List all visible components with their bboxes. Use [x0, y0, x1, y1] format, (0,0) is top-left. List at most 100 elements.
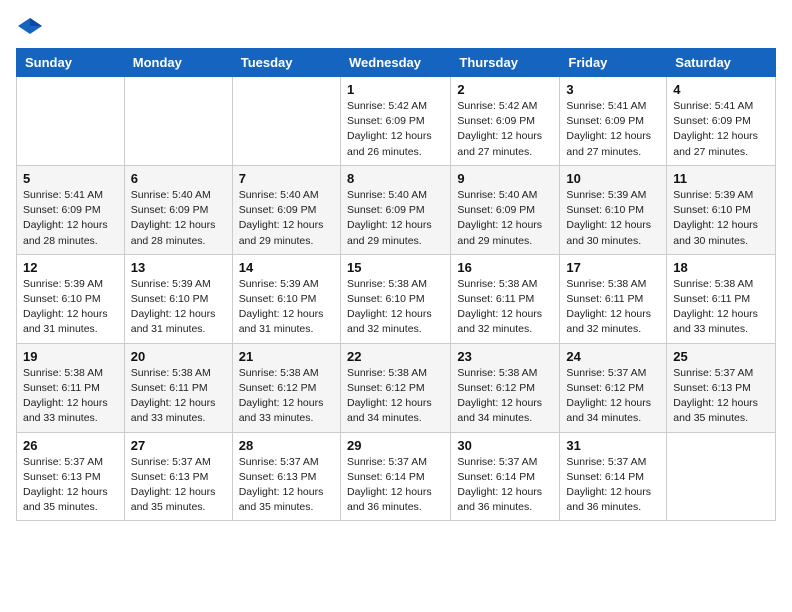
day-info: Sunrise: 5:39 AMSunset: 6:10 PMDaylight:… [23, 277, 118, 338]
day-number: 13 [131, 260, 226, 275]
calendar-cell: 3 Sunrise: 5:41 AMSunset: 6:09 PMDaylight… [560, 77, 667, 166]
header-thursday: Thursday [451, 49, 560, 77]
calendar-cell [17, 77, 125, 166]
day-number: 6 [131, 171, 226, 186]
calendar-week-row: 26 Sunrise: 5:37 AMSunset: 6:13 PMDayligh… [17, 432, 776, 521]
day-number: 9 [457, 171, 553, 186]
day-info: Sunrise: 5:39 AMSunset: 6:10 PMDaylight:… [239, 277, 334, 338]
day-number: 27 [131, 438, 226, 453]
day-number: 7 [239, 171, 334, 186]
header-wednesday: Wednesday [340, 49, 450, 77]
calendar-cell: 9 Sunrise: 5:40 AMSunset: 6:09 PMDaylight… [451, 165, 560, 254]
day-number: 3 [566, 82, 660, 97]
day-info: Sunrise: 5:40 AMSunset: 6:09 PMDaylight:… [347, 188, 444, 249]
day-number: 12 [23, 260, 118, 275]
calendar-cell: 21 Sunrise: 5:38 AMSunset: 6:12 PMDayligh… [232, 343, 340, 432]
calendar-week-row: 5 Sunrise: 5:41 AMSunset: 6:09 PMDaylight… [17, 165, 776, 254]
day-info: Sunrise: 5:38 AMSunset: 6:10 PMDaylight:… [347, 277, 444, 338]
calendar-cell: 24Sunrise: 5:37 AMSunset: 6:12 PMDayligh… [560, 343, 667, 432]
day-number: 26 [23, 438, 118, 453]
calendar-cell: 14 Sunrise: 5:39 AMSunset: 6:10 PMDayligh… [232, 254, 340, 343]
day-info: Sunrise: 5:40 AMSunset: 6:09 PMDaylight:… [131, 188, 226, 249]
calendar-cell: 20 Sunrise: 5:38 AMSunset: 6:11 PMDayligh… [124, 343, 232, 432]
day-number: 30 [457, 438, 553, 453]
calendar-cell: 13 Sunrise: 5:39 AMSunset: 6:10 PMDayligh… [124, 254, 232, 343]
day-info: Sunrise: 5:42 AMSunset: 6:09 PMDaylight:… [457, 99, 553, 160]
calendar-cell: 5 Sunrise: 5:41 AMSunset: 6:09 PMDaylight… [17, 165, 125, 254]
calendar-cell: 29Sunrise: 5:37 AMSunset: 6:14 PMDayligh… [340, 432, 450, 521]
day-info: Sunrise: 5:37 AMSunset: 6:14 PMDaylight:… [457, 455, 553, 516]
calendar-header-row: SundayMondayTuesdayWednesdayThursdayFrid… [17, 49, 776, 77]
calendar-cell: 11 Sunrise: 5:39 AMSunset: 6:10 PMDayligh… [667, 165, 776, 254]
day-info: Sunrise: 5:38 AMSunset: 6:11 PMDaylight:… [131, 366, 226, 427]
calendar-cell: 31Sunrise: 5:37 AMSunset: 6:14 PMDayligh… [560, 432, 667, 521]
day-number: 22 [347, 349, 444, 364]
calendar-cell: 28Sunrise: 5:37 AMSunset: 6:13 PMDayligh… [232, 432, 340, 521]
day-info: Sunrise: 5:38 AMSunset: 6:11 PMDaylight:… [566, 277, 660, 338]
day-number: 17 [566, 260, 660, 275]
day-number: 8 [347, 171, 444, 186]
calendar-cell: 2 Sunrise: 5:42 AMSunset: 6:09 PMDaylight… [451, 77, 560, 166]
day-info: Sunrise: 5:41 AMSunset: 6:09 PMDaylight:… [673, 99, 769, 160]
day-info: Sunrise: 5:40 AMSunset: 6:09 PMDaylight:… [457, 188, 553, 249]
day-number: 29 [347, 438, 444, 453]
day-number: 5 [23, 171, 118, 186]
day-info: Sunrise: 5:38 AMSunset: 6:11 PMDaylight:… [23, 366, 118, 427]
calendar-cell: 8 Sunrise: 5:40 AMSunset: 6:09 PMDaylight… [340, 165, 450, 254]
logo-icon [16, 16, 44, 36]
calendar-cell: 19 Sunrise: 5:38 AMSunset: 6:11 PMDayligh… [17, 343, 125, 432]
day-info: Sunrise: 5:42 AMSunset: 6:09 PMDaylight:… [347, 99, 444, 160]
calendar-cell: 27 Sunrise: 5:37 AMSunset: 6:13 PMDayligh… [124, 432, 232, 521]
header-monday: Monday [124, 49, 232, 77]
day-number: 14 [239, 260, 334, 275]
calendar-cell: 30 Sunrise: 5:37 AMSunset: 6:14 PMDayligh… [451, 432, 560, 521]
day-info: Sunrise: 5:37 AMSunset: 6:13 PMDaylight:… [673, 366, 769, 427]
day-number: 19 [23, 349, 118, 364]
calendar-cell [124, 77, 232, 166]
day-number: 21 [239, 349, 334, 364]
day-info: Sunrise: 5:41 AMSunset: 6:09 PMDaylight:… [566, 99, 660, 160]
day-number: 25 [673, 349, 769, 364]
day-number: 4 [673, 82, 769, 97]
day-info: Sunrise: 5:37 AMSunset: 6:14 PMDaylight:… [566, 455, 660, 516]
day-number: 10 [566, 171, 660, 186]
calendar-cell: 23Sunrise: 5:38 AMSunset: 6:12 PMDayligh… [451, 343, 560, 432]
day-number: 20 [131, 349, 226, 364]
day-number: 15 [347, 260, 444, 275]
day-info: Sunrise: 5:38 AMSunset: 6:11 PMDaylight:… [457, 277, 553, 338]
header-sunday: Sunday [17, 49, 125, 77]
calendar-cell: 4 Sunrise: 5:41 AMSunset: 6:09 PMDaylight… [667, 77, 776, 166]
day-number: 11 [673, 171, 769, 186]
calendar-cell: 12 Sunrise: 5:39 AMSunset: 6:10 PMDayligh… [17, 254, 125, 343]
day-info: Sunrise: 5:39 AMSunset: 6:10 PMDaylight:… [566, 188, 660, 249]
day-info: Sunrise: 5:39 AMSunset: 6:10 PMDaylight:… [673, 188, 769, 249]
day-number: 23 [457, 349, 553, 364]
day-info: Sunrise: 5:37 AMSunset: 6:13 PMDaylight:… [131, 455, 226, 516]
day-info: Sunrise: 5:41 AMSunset: 6:09 PMDaylight:… [23, 188, 118, 249]
day-number: 28 [239, 438, 334, 453]
calendar-week-row: 1Sunrise: 5:42 AMSunset: 6:09 PMDaylight… [17, 77, 776, 166]
calendar-cell: 10 Sunrise: 5:39 AMSunset: 6:10 PMDayligh… [560, 165, 667, 254]
header-friday: Friday [560, 49, 667, 77]
calendar-cell: 1Sunrise: 5:42 AMSunset: 6:09 PMDaylight… [340, 77, 450, 166]
calendar-cell: 16Sunrise: 5:38 AMSunset: 6:11 PMDayligh… [451, 254, 560, 343]
calendar-cell: 15 Sunrise: 5:38 AMSunset: 6:10 PMDayligh… [340, 254, 450, 343]
day-number: 2 [457, 82, 553, 97]
calendar-week-row: 12 Sunrise: 5:39 AMSunset: 6:10 PMDayligh… [17, 254, 776, 343]
day-info: Sunrise: 5:37 AMSunset: 6:12 PMDaylight:… [566, 366, 660, 427]
logo [16, 16, 48, 36]
calendar-cell: 17 Sunrise: 5:38 AMSunset: 6:11 PMDayligh… [560, 254, 667, 343]
day-info: Sunrise: 5:38 AMSunset: 6:12 PMDaylight:… [347, 366, 444, 427]
calendar-table: SundayMondayTuesdayWednesdayThursdayFrid… [16, 48, 776, 521]
page-header [16, 16, 776, 36]
day-number: 18 [673, 260, 769, 275]
day-info: Sunrise: 5:38 AMSunset: 6:12 PMDaylight:… [239, 366, 334, 427]
day-info: Sunrise: 5:39 AMSunset: 6:10 PMDaylight:… [131, 277, 226, 338]
calendar-cell: 25 Sunrise: 5:37 AMSunset: 6:13 PMDayligh… [667, 343, 776, 432]
calendar-cell [667, 432, 776, 521]
calendar-cell: 26 Sunrise: 5:37 AMSunset: 6:13 PMDayligh… [17, 432, 125, 521]
header-saturday: Saturday [667, 49, 776, 77]
day-info: Sunrise: 5:40 AMSunset: 6:09 PMDaylight:… [239, 188, 334, 249]
day-info: Sunrise: 5:37 AMSunset: 6:13 PMDaylight:… [23, 455, 118, 516]
calendar-cell: 18Sunrise: 5:38 AMSunset: 6:11 PMDayligh… [667, 254, 776, 343]
